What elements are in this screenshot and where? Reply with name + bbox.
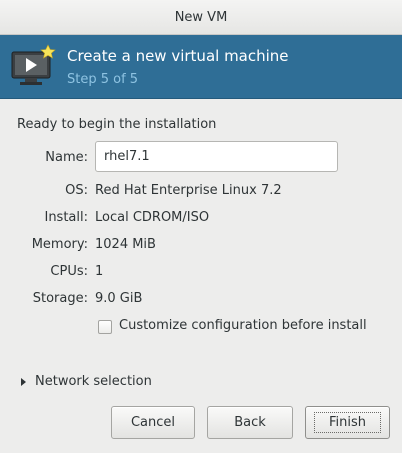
customize-checkbox-label[interactable]: Customize configuration before install bbox=[119, 318, 367, 333]
banner-step: Step 5 of 5 bbox=[67, 72, 139, 87]
back-button[interactable]: Back bbox=[207, 406, 293, 439]
finish-button[interactable]: Finish bbox=[305, 406, 390, 439]
cancel-button-label: Cancel bbox=[130, 415, 176, 430]
name-field[interactable] bbox=[95, 141, 338, 172]
os-label: OS: bbox=[65, 183, 88, 198]
network-selection-expander[interactable]: Network selection bbox=[21, 374, 152, 389]
network-selection-label: Network selection bbox=[35, 374, 152, 389]
install-value: Local CDROM/ISO bbox=[95, 210, 210, 225]
customize-checkbox[interactable] bbox=[98, 320, 112, 334]
finish-button-label: Finish bbox=[313, 412, 381, 433]
cancel-button[interactable]: Cancel bbox=[111, 406, 195, 439]
storage-value: 9.0 GiB bbox=[95, 291, 143, 306]
memory-label: Memory: bbox=[31, 237, 88, 252]
back-button-label: Back bbox=[234, 415, 266, 430]
os-value: Red Hat Enterprise Linux 7.2 bbox=[95, 183, 282, 198]
window-titlebar[interactable]: New VM bbox=[0, 0, 402, 35]
storage-label: Storage: bbox=[32, 291, 88, 306]
window-title: New VM bbox=[174, 9, 228, 25]
cpus-value: 1 bbox=[95, 264, 104, 279]
install-label: Install: bbox=[44, 210, 88, 225]
summary-heading: Ready to begin the installation bbox=[17, 117, 217, 132]
expander-arrow-icon bbox=[21, 377, 26, 386]
banner-title: Create a new virtual machine bbox=[67, 47, 289, 65]
vm-wizard-icon bbox=[10, 44, 58, 88]
wizard-banner: Create a new virtual machine Step 5 of 5 bbox=[0, 35, 402, 99]
cpus-label: CPUs: bbox=[50, 264, 88, 279]
name-label: Name: bbox=[45, 150, 88, 165]
memory-value: 1024 MiB bbox=[95, 237, 156, 252]
